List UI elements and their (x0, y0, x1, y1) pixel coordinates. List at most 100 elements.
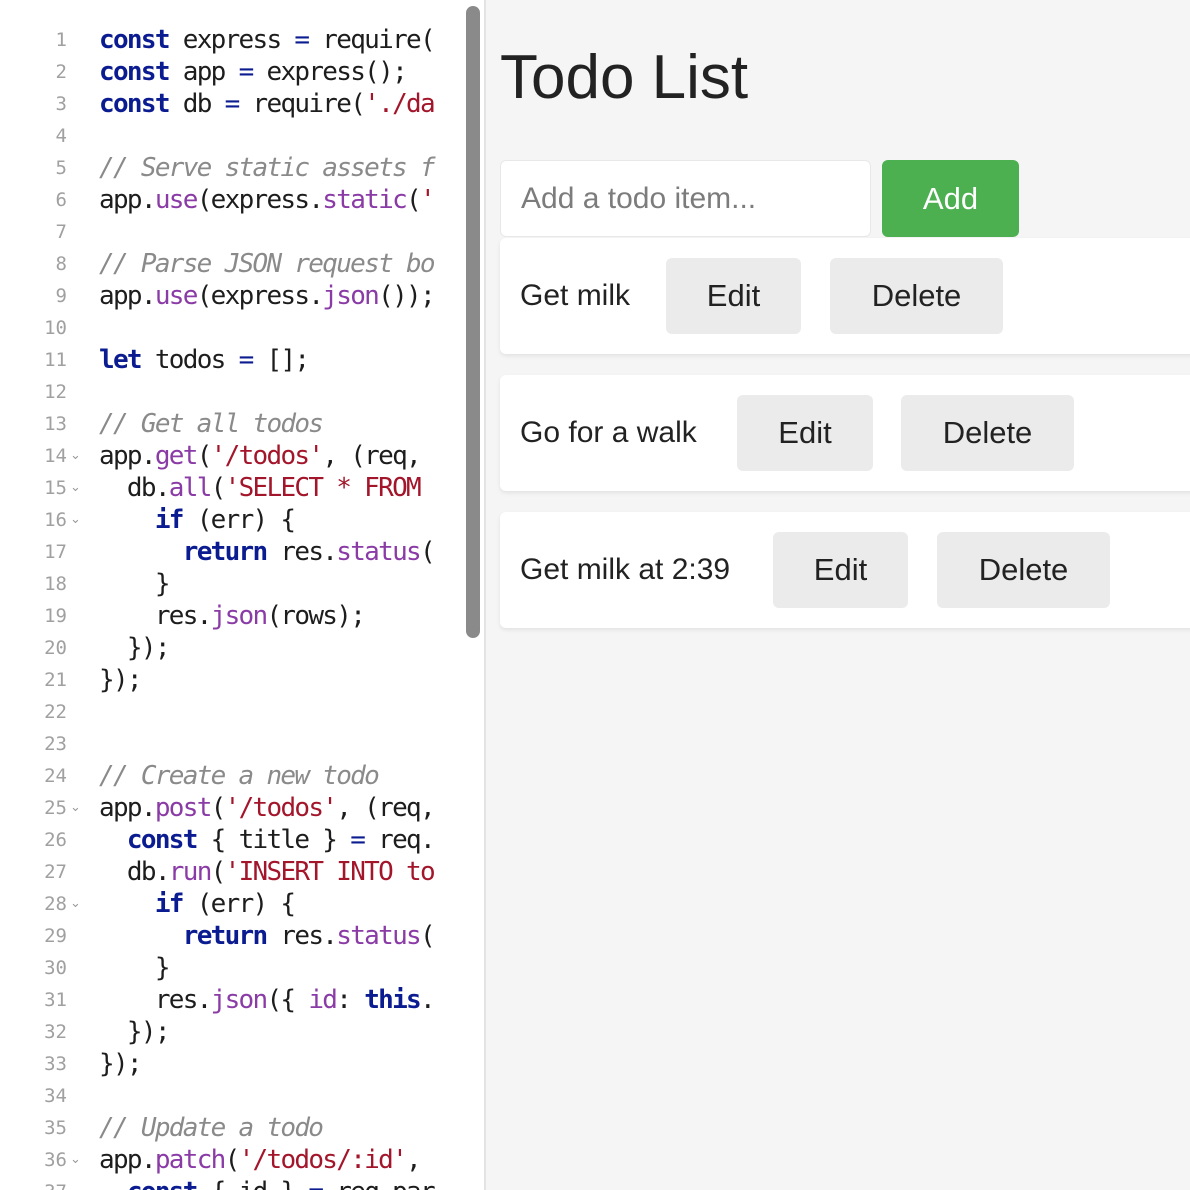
line-number: 5 (55, 157, 67, 179)
code-line[interactable]: 7 (0, 216, 484, 248)
code-token: ( (419, 921, 436, 951)
delete-button[interactable]: Delete (901, 395, 1074, 471)
line-number: 36 (44, 1149, 67, 1171)
code-line[interactable]: 27 db.run('INSERT INTO to (0, 856, 484, 888)
code-line[interactable]: 5 // Serve static assets f (0, 152, 484, 184)
line-number: 21 (44, 669, 67, 691)
code-token: db. (99, 857, 171, 887)
code-line[interactable]: 11 let todos = []; (0, 344, 484, 376)
code-line[interactable]: 1 const express = require( (0, 24, 484, 56)
code-token: '/todos/:id' (238, 1145, 408, 1175)
line-number: 24 (44, 765, 67, 787)
code-line[interactable]: 32 }); (0, 1016, 484, 1048)
code-token: json (322, 281, 380, 311)
code-token: '/todos' (224, 793, 338, 823)
code-line[interactable]: 9 app.use(express.json()); (0, 280, 484, 312)
code-token: ( (210, 473, 227, 503)
code-token: { title } (196, 825, 351, 855)
code-line[interactable]: 17 return res.status( (0, 536, 484, 568)
code-token: './da (364, 89, 435, 119)
line-number: 17 (44, 541, 67, 563)
code-token: ( (224, 1145, 241, 1175)
code-line[interactable]: 15 ⌄ db.all('SELECT * FROM (0, 472, 484, 504)
code-token: // Update a todo (99, 1113, 324, 1143)
delete-button[interactable]: Delete (937, 532, 1110, 608)
todo-item: Go for a walk Edit Delete (500, 375, 1190, 491)
code-line[interactable]: 37 const { id } = req.par (0, 1176, 484, 1190)
fold-chevron-icon[interactable]: ⌄ (70, 792, 81, 824)
edit-button[interactable]: Edit (773, 532, 908, 608)
code-line[interactable]: 8 // Parse JSON request bo (0, 248, 484, 280)
edit-button[interactable]: Edit (666, 258, 801, 334)
code-text: res.json(rows); (99, 600, 366, 632)
code-text: } (99, 568, 171, 600)
code-line[interactable]: 35 // Update a todo (0, 1112, 484, 1144)
editor-scrollbar[interactable] (466, 6, 480, 638)
code-token: , (req, (336, 793, 435, 823)
fold-chevron-icon[interactable]: ⌄ (70, 440, 81, 472)
code-token: ( (196, 441, 213, 471)
code-line[interactable]: 10 (0, 312, 484, 344)
code-line[interactable]: 12 (0, 376, 484, 408)
code-token: , (406, 1145, 422, 1175)
code-token: todos (140, 345, 239, 375)
line-number: 20 (44, 637, 67, 659)
code-token: 'SELECT * FROM (224, 473, 422, 503)
code-line[interactable]: 20 }); (0, 632, 484, 664)
code-text: return res.status( (99, 920, 436, 952)
edit-button[interactable]: Edit (737, 395, 873, 471)
todo-input[interactable] (500, 160, 871, 237)
code-line[interactable]: 22 (0, 696, 484, 728)
code-text: app.use(express.static(' (99, 184, 436, 216)
code-text: if (err) { (99, 504, 296, 536)
todo-item: Get milk Edit Delete (500, 238, 1190, 354)
add-button[interactable]: Add (882, 160, 1019, 237)
code-token: static (322, 185, 407, 215)
delete-button[interactable]: Delete (830, 258, 1003, 334)
code-line[interactable]: 18 } (0, 568, 484, 600)
code-token: ( (210, 793, 227, 823)
code-line[interactable]: 29 return res.status( (0, 920, 484, 952)
code-token: if (154, 505, 185, 535)
line-number: 26 (44, 829, 67, 851)
code-text: }); (99, 664, 143, 696)
code-line[interactable]: 36 ⌄ app.patch('/todos/:id', (0, 1144, 484, 1176)
code-token: []; (252, 345, 310, 375)
fold-chevron-icon[interactable]: ⌄ (70, 472, 81, 504)
fold-chevron-icon[interactable]: ⌄ (70, 1144, 81, 1176)
code-token: (express. (196, 185, 324, 215)
code-line[interactable]: 30 } (0, 952, 484, 984)
code-line[interactable]: 25 ⌄ app.post('/todos', (req, (0, 792, 484, 824)
fold-chevron-icon[interactable]: ⌄ (70, 504, 81, 536)
code-line[interactable]: 23 (0, 728, 484, 760)
line-number: 10 (44, 317, 67, 339)
code-line[interactable]: 3 const db = require('./da (0, 88, 484, 120)
code-text: const app = express(); (99, 56, 408, 88)
code-line[interactable]: 34 (0, 1080, 484, 1112)
code-line[interactable]: 28 ⌄ if (err) { (0, 888, 484, 920)
code-line[interactable]: 21}); (0, 664, 484, 696)
code-text: const db = require('./da (99, 88, 436, 120)
code-line[interactable]: 4 (0, 120, 484, 152)
code-line[interactable]: 33}); (0, 1048, 484, 1080)
code-line[interactable]: 19 res.json(rows); (0, 600, 484, 632)
code-line[interactable]: 31 res.json({ id: this. (0, 984, 484, 1016)
line-number: 19 (44, 605, 67, 627)
code-line[interactable]: 26 const { title } = req. (0, 824, 484, 856)
code-text: // Serve static assets f (99, 152, 436, 184)
code-line[interactable]: 24 // Create a new todo (0, 760, 484, 792)
code-line[interactable]: 2 const app = express(); (0, 56, 484, 88)
code-text: res.json({ id: this. (99, 984, 436, 1016)
fold-chevron-icon[interactable]: ⌄ (70, 888, 81, 920)
line-number: 16 (44, 509, 67, 531)
code-line[interactable]: 14 ⌄ app.get('/todos', (req, (0, 440, 484, 472)
line-number: 32 (44, 1021, 67, 1043)
code-token: express(); (252, 57, 407, 87)
code-line[interactable]: 13 // Get all todos (0, 408, 484, 440)
code-editor[interactable]: 1 const express = require(2 const app = ex… (0, 0, 484, 1190)
code-line[interactable]: 16 ⌄ if (err) { (0, 504, 484, 536)
code-text: db.run('INSERT INTO to (99, 856, 436, 888)
code-token: // Serve static assets f (99, 153, 436, 183)
code-line[interactable]: 6 app.use(express.static(' (0, 184, 484, 216)
